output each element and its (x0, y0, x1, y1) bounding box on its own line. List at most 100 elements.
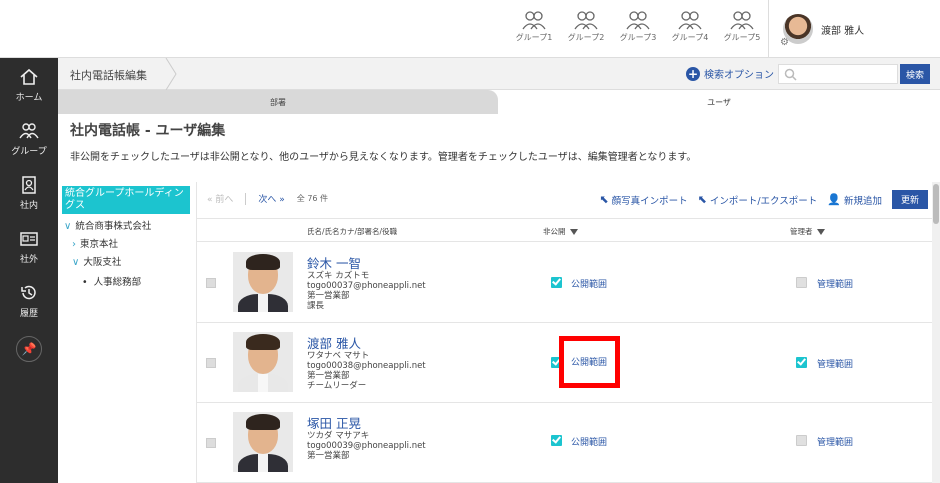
vertical-scrollbar[interactable] (932, 182, 940, 483)
user-kana: ワタナベ マサト (307, 351, 370, 361)
user-name-link[interactable]: 渡部 雅人 (307, 333, 361, 352)
chevron-down-icon: ∨ (64, 221, 72, 232)
filter-icon[interactable] (569, 229, 578, 235)
user-photo (233, 252, 293, 312)
tree-root-node[interactable]: 統合グループホールディングス (62, 186, 190, 214)
tree-node[interactable]: ∨ 統合商事株式会社 (64, 218, 151, 232)
id-card-icon (20, 232, 38, 246)
search-box (778, 64, 898, 84)
visibility-scope-link[interactable]: 公開範囲 (571, 435, 607, 448)
chevron-right-icon: › (72, 239, 76, 250)
group-shortcut-4[interactable]: グループ4 (664, 10, 716, 43)
nav-item-label: 社内 (19, 201, 38, 211)
row-select-checkbox[interactable] (206, 278, 216, 288)
page-description: 非公開をチェックしたユーザは非公開となり、他のユーザから見えなくなります。管理者… (70, 152, 697, 163)
group-shortcut-label: グループ4 (671, 33, 709, 42)
search-options-link[interactable]: + 検索オプション (686, 66, 774, 81)
group-shortcut-3[interactable]: グループ3 (612, 10, 664, 43)
user-list-panel: « 前へ 次へ » 全 76 件 ⬉ 顔写真インポート ⬉ インポート/エクスポート… (196, 182, 933, 483)
column-header-label: 管理者 (790, 227, 813, 236)
user-name-link[interactable]: 鈴木 一智 (307, 253, 361, 272)
update-button[interactable]: 更新 (891, 190, 928, 209)
nav-item-group[interactable]: グループ (0, 112, 58, 166)
nav-item-home[interactable]: ホーム (0, 58, 58, 112)
filter-icon[interactable] (816, 229, 825, 235)
photo-import-button[interactable]: ⬉ 顔写真インポート (599, 193, 687, 207)
admin-scope-link[interactable]: 管理範囲 (817, 435, 853, 448)
breadcrumb-bar: 社内電話帳編集 + 検索オプション 検索 (58, 58, 940, 90)
user-department: 第一営業部 (307, 291, 350, 301)
private-checkbox[interactable] (551, 277, 562, 288)
plus-circle-icon: + (686, 66, 700, 81)
next-label: 次へ (258, 195, 277, 205)
admin-scope-link[interactable]: 管理範囲 (817, 357, 853, 370)
breadcrumb[interactable]: 社内電話帳編集 (70, 67, 147, 83)
group-shortcut-label: グループ2 (567, 33, 605, 42)
history-icon (21, 285, 36, 300)
tab-label: ユーザ (707, 97, 731, 107)
pager: « 前へ 次へ » 全 76 件 (207, 192, 328, 205)
admin-scope-link[interactable]: 管理範囲 (817, 277, 853, 290)
nav-item-internal[interactable]: 社内 (0, 166, 58, 220)
user-department: 第一営業部 (307, 451, 350, 461)
group-shortcut-label: グループ3 (619, 33, 657, 42)
department-tree: 統合グループホールディングス ∨ 統合商事株式会社 › 東京本社 ∨ 大阪支社 • 人事… (58, 182, 194, 483)
user-email: togo00037@phoneappli.net (307, 281, 426, 291)
nav-item-label: 社外 (19, 255, 38, 265)
admin-checkbox[interactable] (796, 435, 807, 446)
search-input[interactable] (801, 66, 895, 82)
row-select-checkbox[interactable] (206, 358, 216, 368)
column-header-name: 氏名/氏名カナ/部署名/役職 (307, 227, 398, 236)
next-page-link[interactable]: 次へ » (258, 192, 284, 205)
gear-icon: ⚙ (780, 37, 789, 48)
visibility-scope-link[interactable]: 公開範囲 (571, 277, 607, 290)
page-title: 社内電話帳 - ユーザ編集 (70, 123, 226, 139)
tree-node[interactable]: ∨ 大阪支社 (72, 254, 121, 268)
tree-node-label: 人事総務部 (93, 277, 142, 288)
left-nav: ホーム グループ 社内 社外 履歴 📌 (0, 58, 58, 483)
divider (245, 192, 247, 205)
tree-node-label: 東京本社 (80, 239, 119, 250)
group-shortcut-5[interactable]: グループ5 (716, 10, 768, 43)
group-icon (730, 11, 754, 30)
group-shortcut-2[interactable]: グループ2 (560, 10, 612, 43)
nav-item-external[interactable]: 社外 (0, 220, 58, 274)
add-user-button[interactable]: 👤 新規追加 (827, 193, 882, 207)
tree-node[interactable]: • 人事総務部 (82, 274, 141, 288)
group-icon (678, 11, 702, 30)
search-options-label: 検索オプション (704, 70, 774, 81)
tree-node[interactable]: › 東京本社 (72, 236, 118, 250)
user-name-link[interactable]: 塚田 正晃 (307, 413, 361, 432)
home-icon (20, 68, 38, 85)
tab-user[interactable]: ユーザ (498, 90, 940, 114)
user-kana: ツカダ マサアキ (307, 431, 370, 441)
top-bar: グループ1 グループ2 グループ3 グループ4 グループ5 ⚙ 渡部 雅人 (0, 0, 940, 58)
tab-department[interactable]: 部署 (58, 90, 498, 114)
prev-label: 前へ (215, 195, 234, 205)
column-header-private[interactable]: 非公開 (543, 226, 578, 237)
private-checkbox[interactable] (551, 435, 562, 446)
user-title: 課長 (307, 301, 325, 311)
row-select-checkbox[interactable] (206, 438, 216, 448)
column-header-admin[interactable]: 管理者 (790, 226, 825, 237)
import-export-button[interactable]: ⬉ インポート/エクスポート (698, 193, 818, 207)
group-shortcut-1[interactable]: グループ1 (508, 10, 560, 43)
user-title: チームリーダー (307, 381, 367, 391)
chevron-down-icon: ∨ (72, 257, 80, 268)
directory-book-icon (22, 176, 36, 194)
search-button[interactable]: 検索 (900, 64, 930, 84)
user-photo (233, 332, 293, 392)
pin-icon: 📌 (21, 342, 37, 356)
table-header: 氏名/氏名カナ/部署名/役職 非公開 管理者 (197, 218, 933, 242)
user-menu[interactable]: ⚙ 渡部 雅人 (768, 0, 940, 58)
tab-bar: 部署 ユーザ (58, 90, 940, 114)
admin-checkbox[interactable] (796, 277, 807, 288)
import-export-label: インポート/エクスポート (709, 195, 818, 207)
pin-button[interactable]: 📌 (16, 336, 42, 362)
admin-checkbox[interactable] (796, 357, 807, 368)
column-header-label: 非公開 (543, 227, 566, 236)
nav-item-history[interactable]: 履歴 (0, 274, 58, 328)
user-email: togo00038@phoneappli.net (307, 361, 426, 371)
scrollbar-thumb[interactable] (933, 184, 939, 224)
prev-page-link[interactable]: « 前へ (207, 192, 233, 205)
